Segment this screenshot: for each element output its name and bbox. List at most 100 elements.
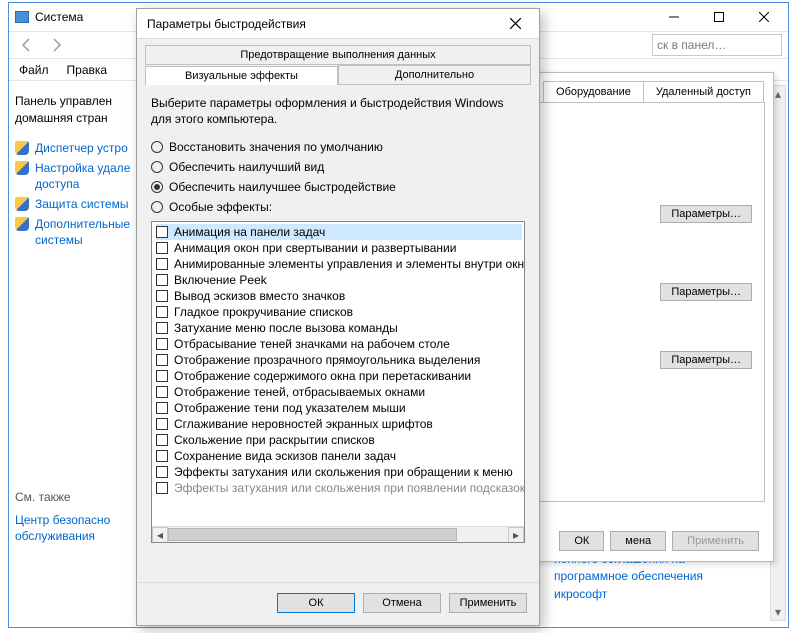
effect-item[interactable]: Отображение тени под указателем мыши <box>156 400 522 416</box>
effect-item[interactable]: Затухание меню после вызова команды <box>156 320 522 336</box>
effect-label: Включение Peek <box>174 273 267 287</box>
search-placeholder: ск в панел… <box>657 38 726 52</box>
maximize-button[interactable] <box>696 3 741 31</box>
effect-label: Отображение содержимого окна при перетас… <box>174 369 471 383</box>
effect-label: Затухание меню после вызова команды <box>174 321 398 335</box>
checkbox-icon[interactable] <box>156 258 168 270</box>
checkbox-icon[interactable] <box>156 354 168 366</box>
sheet-apply-button[interactable]: Применить <box>672 531 759 551</box>
effect-label: Отбрасывание теней значками на рабочем с… <box>174 337 450 351</box>
effect-label: Анимация на панели задач <box>174 225 325 239</box>
effect-item[interactable]: Эффекты затухания или скольжения при поя… <box>156 480 522 496</box>
effect-label: Отображение тени под указателем мыши <box>174 401 406 415</box>
effect-label: Анимация окон при свертывании и разверты… <box>174 241 456 255</box>
radio-icon <box>151 161 163 173</box>
effect-label: Сглаживание неровностей экранных шрифтов <box>174 417 433 431</box>
effects-listbox[interactable]: Анимация на панели задач Анимация окон пр… <box>151 221 525 543</box>
menu-file[interactable]: Файл <box>19 63 49 77</box>
shield-icon <box>15 141 29 155</box>
horizontal-scrollbar[interactable]: ◂ ▸ <box>152 526 524 542</box>
checkbox-icon[interactable] <box>156 482 168 494</box>
tab-visual-effects[interactable]: Визуальные эффекты <box>145 66 338 85</box>
params-button-2[interactable]: Параметры… <box>660 283 752 301</box>
checkbox-icon[interactable] <box>156 386 168 398</box>
params-button-1[interactable]: Параметры… <box>660 205 752 223</box>
radio-option-0[interactable]: Восстановить значения по умолчанию <box>151 137 525 157</box>
effect-item[interactable]: Анимированные элементы управления и элем… <box>156 256 522 272</box>
checkbox-icon[interactable] <box>156 370 168 382</box>
minimize-button[interactable] <box>651 3 696 31</box>
radio-option-1[interactable]: Обеспечить наилучший вид <box>151 157 525 177</box>
checkbox-icon[interactable] <box>156 290 168 302</box>
checkbox-icon[interactable] <box>156 450 168 462</box>
checkbox-icon[interactable] <box>156 466 168 478</box>
shield-icon <box>15 197 29 211</box>
effect-label: Сохранение вида эскизов панели задач <box>174 449 396 463</box>
radio-label: Обеспечить наилучший вид <box>169 160 324 174</box>
radio-option-2[interactable]: Обеспечить наилучшее быстродействие <box>151 177 525 197</box>
effect-item[interactable]: Включение Peek <box>156 272 522 288</box>
ok-button[interactable]: ОК <box>277 593 355 613</box>
checkbox-icon[interactable] <box>156 322 168 334</box>
cancel-button[interactable]: Отмена <box>363 593 441 613</box>
checkbox-icon[interactable] <box>156 306 168 318</box>
effect-item[interactable]: Сглаживание неровностей экранных шрифтов <box>156 416 522 432</box>
effect-label: Вывод эскизов вместо значков <box>174 289 345 303</box>
radio-label: Обеспечить наилучшее быстродействие <box>169 180 396 194</box>
radio-label: Восстановить значения по умолчанию <box>169 140 383 154</box>
effect-label: Отображение теней, отбрасываемых окнами <box>174 385 425 399</box>
effect-item[interactable]: Отображение прозрачного прямоугольника в… <box>156 352 522 368</box>
checkbox-icon[interactable] <box>156 242 168 254</box>
effect-item[interactable]: Отображение теней, отбрасываемых окнами <box>156 384 522 400</box>
effect-label: Эффекты затухания или скольжения при обр… <box>174 465 513 479</box>
effect-label: Скольжение при раскрытии списков <box>174 433 375 447</box>
radio-icon <box>151 141 163 153</box>
effect-label: Анимированные элементы управления и элем… <box>174 257 524 271</box>
sheet-cancel-button[interactable]: мена <box>610 531 666 551</box>
scrollbar-thumb[interactable] <box>168 528 457 541</box>
performance-options-dialog: Параметры быстродействия Предотвращение … <box>136 8 540 626</box>
apply-button[interactable]: Применить <box>449 593 527 613</box>
params-button-3[interactable]: Параметры… <box>660 351 752 369</box>
checkbox-icon[interactable] <box>156 338 168 350</box>
scroll-down-icon[interactable]: ▾ <box>771 604 785 620</box>
checkbox-icon[interactable] <box>156 274 168 286</box>
checkbox-icon[interactable] <box>156 434 168 446</box>
effect-item[interactable]: Анимация на панели задач <box>156 224 522 240</box>
radio-label: Особые эффекты: <box>169 200 272 214</box>
scroll-right-icon[interactable]: ▸ <box>508 527 524 543</box>
effect-label: Эффекты затухания или скольжения при поя… <box>174 481 525 495</box>
tab-hardware[interactable]: Оборудование <box>543 81 644 102</box>
dialog-intro: Выберите параметры оформления и быстроде… <box>151 95 525 127</box>
tab-dep[interactable]: Предотвращение выполнения данных <box>145 45 531 65</box>
tab-advanced[interactable]: Дополнительно <box>338 65 531 84</box>
radio-icon <box>151 181 163 193</box>
bg-title: Система <box>35 10 83 24</box>
effect-item[interactable]: Эффекты затухания или скольжения при обр… <box>156 464 522 480</box>
shield-icon <box>15 161 29 175</box>
effect-item[interactable]: Вывод эскизов вместо значков <box>156 288 522 304</box>
system-icon <box>15 11 29 23</box>
checkbox-icon[interactable] <box>156 226 168 238</box>
effect-label: Отображение прозрачного прямоугольника в… <box>174 353 480 367</box>
effect-item[interactable]: Сохранение вида эскизов панели задач <box>156 448 522 464</box>
effect-item[interactable]: Отбрасывание теней значками на рабочем с… <box>156 336 522 352</box>
effect-item[interactable]: Отображение содержимого окна при перетас… <box>156 368 522 384</box>
radio-icon <box>151 201 163 213</box>
checkbox-icon[interactable] <box>156 418 168 430</box>
radio-option-3[interactable]: Особые эффекты: <box>151 197 525 217</box>
forward-button[interactable] <box>45 33 69 57</box>
tab-remote[interactable]: Удаленный доступ <box>643 81 764 102</box>
back-button[interactable] <box>15 33 39 57</box>
checkbox-icon[interactable] <box>156 402 168 414</box>
effect-item[interactable]: Скольжение при раскрытии списков <box>156 432 522 448</box>
bg-close-button[interactable] <box>741 3 786 31</box>
menu-edit[interactable]: Правка <box>67 63 108 77</box>
effect-item[interactable]: Анимация окон при свертывании и разверты… <box>156 240 522 256</box>
dialog-title: Параметры быстродействия <box>147 17 306 31</box>
sheet-ok-button[interactable]: ОК <box>559 531 604 551</box>
search-input[interactable]: ск в панел… <box>652 34 782 56</box>
scroll-left-icon[interactable]: ◂ <box>152 527 168 543</box>
close-button[interactable] <box>493 10 537 38</box>
effect-item[interactable]: Гладкое прокручивание списков <box>156 304 522 320</box>
